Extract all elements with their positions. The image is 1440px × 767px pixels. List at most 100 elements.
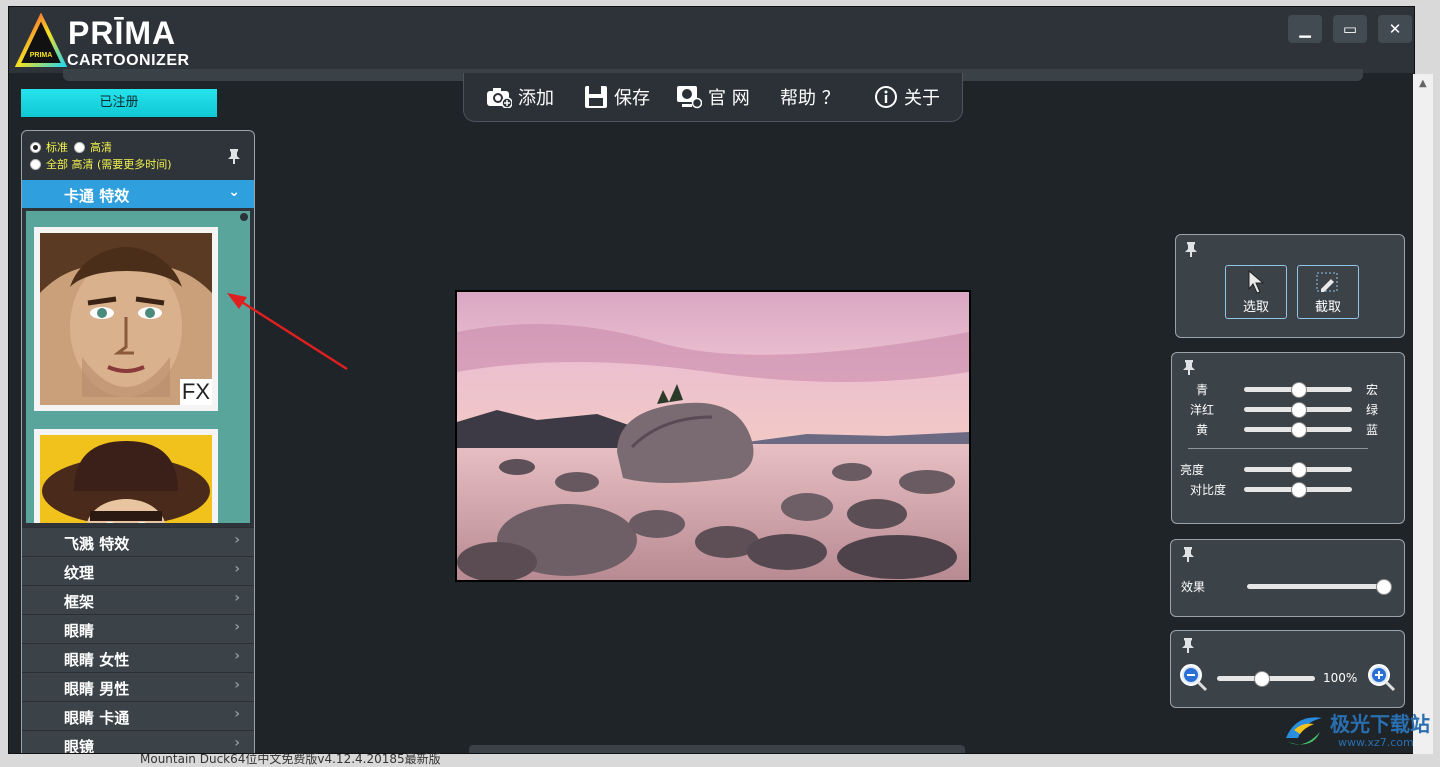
about-button[interactable]: 关于 (874, 83, 940, 111)
radio-standard-label: 标准 (46, 141, 68, 154)
category-eyes[interactable]: 眼睛 › (22, 614, 254, 643)
category-label: 框架 (64, 593, 95, 611)
watermark-text: 极光下载站 (1330, 712, 1430, 736)
green-label: 绿 (1366, 403, 1379, 417)
category-cartoon-effects-label: 卡通 特效 (64, 187, 130, 205)
blue-label: 蓝 (1366, 423, 1379, 437)
category-texture[interactable]: 纹理 › (22, 556, 254, 585)
effect-label: 效果 (1181, 580, 1206, 594)
radio-all-hd[interactable] (30, 158, 41, 170)
chevron-right-icon: › (234, 590, 240, 606)
pin-icon[interactable] (227, 148, 241, 168)
app-logo: PRIMA PRĪMA CARTOONIZER (15, 13, 205, 69)
effects-panel: 标准 高清 全部 高清 (需要更多时间) 卡通 特效 ⌄ FX 飞溅 特效 › … (21, 130, 255, 754)
add-label: 添加 (518, 88, 554, 109)
slider-knob[interactable] (1291, 482, 1307, 498)
fx-badge: FX (179, 379, 212, 405)
radio-all-hd-label: 全部 高清 (需要更多时间) (46, 158, 172, 171)
effect-thumbnail-fx[interactable]: FX (34, 227, 218, 411)
radio-hd-label: 高清 (90, 141, 112, 154)
yellow-label: 黄 (1196, 423, 1209, 437)
category-label: 眼睛 (64, 622, 95, 640)
slider-knob[interactable] (1291, 462, 1307, 478)
save-label: 保存 (614, 88, 650, 109)
effect-thumbnails: FX (26, 211, 250, 523)
zoom-out-icon[interactable] (1179, 663, 1209, 693)
category-label: 眼睛 女性 (64, 651, 130, 669)
preview-image[interactable] (455, 290, 971, 582)
slider-knob[interactable] (1254, 671, 1271, 687)
category-label: 眼镜 (64, 738, 95, 754)
category-label: 纹理 (64, 564, 95, 582)
watermark-logo-icon (1286, 717, 1322, 745)
floppy-disk-icon (585, 86, 607, 108)
logo-triangle-icon: PRIMA (15, 13, 67, 67)
minimize-button[interactable]: ▁ (1288, 15, 1322, 43)
add-button[interactable]: 添加 (486, 83, 554, 111)
logo-cartoonizer: CARTOONIZER (67, 52, 190, 69)
category-cartoon-effects[interactable]: 卡通 特效 ⌄ (22, 180, 254, 208)
select-tool-label: 选取 (1242, 300, 1269, 315)
red-label: 宏 (1366, 383, 1379, 397)
logo-prima: PRĪMA (68, 15, 177, 51)
radio-hd[interactable] (74, 141, 85, 153)
chevron-right-icon: › (234, 677, 240, 693)
chevron-down-icon: ⌄ (228, 184, 240, 200)
divider (1188, 448, 1368, 449)
slider-knob[interactable] (1291, 402, 1307, 418)
pin-icon[interactable] (1181, 637, 1195, 657)
chevron-right-icon: › (234, 561, 240, 577)
pin-icon[interactable] (1184, 241, 1198, 261)
watermark: 极光下载站 www.xz7.com (1280, 704, 1440, 759)
radio-standard[interactable] (30, 141, 41, 153)
category-frame[interactable]: 框架 › (22, 585, 254, 614)
camera-add-icon (487, 88, 512, 108)
close-button[interactable]: ✕ (1378, 15, 1412, 43)
select-tool-button[interactable]: 选取 (1225, 265, 1287, 319)
title-bar: PRIMA PRĪMA CARTOONIZER ▁ ▭ ✕ (9, 7, 1414, 73)
chevron-right-icon: › (234, 648, 240, 664)
crop-tool-button[interactable]: 截取 (1297, 265, 1359, 319)
scroll-up-icon[interactable]: ▲ (1419, 78, 1427, 89)
watermark-url: www.xz7.com (1338, 736, 1414, 749)
registered-button[interactable]: 已注册 (21, 89, 217, 117)
pin-icon[interactable] (1181, 546, 1195, 566)
cyan-label: 青 (1196, 383, 1209, 397)
effect-slider[interactable] (1247, 584, 1383, 589)
scroll-indicator[interactable] (240, 213, 248, 221)
quality-options: 标准 高清 (30, 139, 112, 155)
website-label: 官 网 (708, 88, 750, 109)
category-eyes-male[interactable]: 眼睛 男性 › (22, 672, 254, 701)
slider-knob[interactable] (1291, 382, 1307, 398)
chevron-right-icon: › (234, 619, 240, 635)
website-button[interactable]: 官 网 (676, 83, 750, 111)
category-label: 飞溅 特效 (64, 535, 130, 553)
chevron-right-icon: › (234, 735, 240, 751)
magenta-label: 洋红 (1190, 403, 1215, 417)
zoom-in-icon[interactable] (1367, 663, 1397, 693)
category-splash-effects[interactable]: 飞溅 特效 › (22, 527, 254, 556)
brightness-label: 亮度 (1180, 463, 1205, 477)
cursor-arrow-icon (1248, 269, 1265, 294)
save-button[interactable]: 保存 (584, 83, 650, 111)
main-toolbar: 添加 保存 官 网 帮助 ？ 关于 (463, 73, 963, 122)
pin-icon[interactable] (1182, 359, 1196, 379)
page-scrollbar[interactable]: ▲ (1413, 74, 1433, 754)
slider-knob[interactable] (1291, 422, 1307, 438)
about-label: 关于 (904, 88, 940, 109)
color-adjust-panel: 青 宏 洋红 绿 黄 蓝 亮度 对比度 (1171, 352, 1405, 524)
zoom-panel: 100% (1170, 630, 1405, 708)
effect-thumbnail-hat[interactable] (34, 429, 218, 523)
slider-knob[interactable] (1376, 579, 1392, 595)
help-button[interactable]: 帮助 ？ (780, 83, 840, 111)
maximize-button[interactable]: ▭ (1333, 15, 1367, 43)
info-icon (875, 86, 897, 108)
category-eyes-female[interactable]: 眼睛 女性 › (22, 643, 254, 672)
lake-rocks-image (457, 292, 969, 580)
logo-badge-text: PRIMA (30, 52, 53, 59)
bottom-strip (469, 745, 965, 753)
portrait-hat-image (40, 435, 212, 523)
category-eyes-cartoon[interactable]: 眼睛 卡通 › (22, 701, 254, 730)
zoom-value: 100% (1323, 671, 1358, 685)
chevron-right-icon: › (234, 532, 240, 548)
